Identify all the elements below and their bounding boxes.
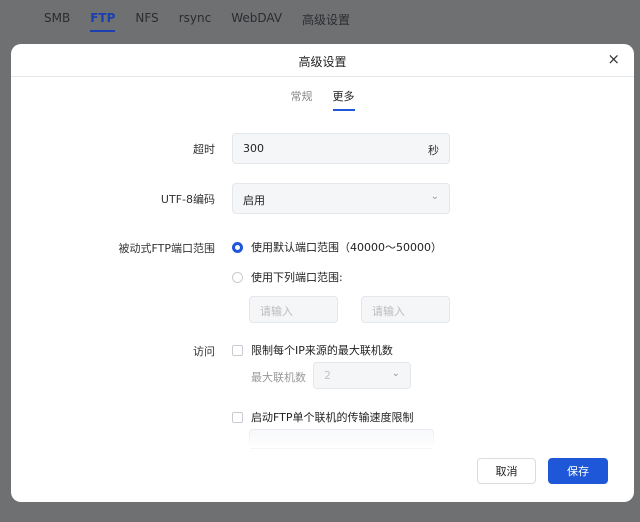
port-from-input[interactable]: 请输入 [249,296,338,323]
max-conn-select[interactable]: 2 ⌄ [313,362,411,389]
timeout-value: 300 [243,142,264,155]
radio-unselected-icon [232,271,243,283]
radio-custom-range[interactable]: 使用下列端口范围: [232,269,343,285]
bg-tab-nfs[interactable]: NFS [135,0,158,32]
subtab-general[interactable]: 常规 [291,88,313,111]
radio-selected-icon [232,241,243,253]
max-conn-label: 最大联机数 [251,371,306,384]
cancel-button[interactable]: 取消 [477,458,536,484]
port-from-placeholder: 请输入 [260,305,293,318]
access-label: 访问 [193,345,215,358]
radio-default-range[interactable]: 使用默认端口范围（40000～50000） [232,239,442,255]
checkbox-icon [232,411,243,423]
utf8-label: UTF-8编码 [160,193,215,206]
background-tab-bar: SMB FTP NFS rsync WebDAV 高级设置 [0,0,640,44]
port-to-input[interactable]: 请输入 [361,296,450,323]
max-conn-value: 2 [324,369,331,382]
radio-custom-label: 使用下列端口范围: [251,271,343,284]
bg-tab-smb[interactable]: SMB [44,0,70,32]
passive-port-label: 被动式FTP端口范围 [118,242,216,255]
subtab-more[interactable]: 更多 [332,88,355,111]
limit-ip-checkbox[interactable]: 限制每个IP来源的最大联机数 [232,342,393,358]
timeout-unit: 秒 [428,144,439,157]
save-button[interactable]: 保存 [548,458,608,484]
close-icon[interactable]: × [607,50,620,68]
radio-default-label: 使用默认端口范围（40000～50000） [251,241,442,254]
scroll-fade [11,424,634,448]
speed-limit-checkbox[interactable]: 启动FTP单个联机的传输速度限制 [232,409,414,425]
advanced-settings-dialog: 高级设置 × 常规 更多 超时 300 秒 UTF-8编码 启用 ⌄ 被动式FT… [11,44,634,502]
header-divider [11,76,634,77]
bg-tab-rsync[interactable]: rsync [179,0,212,32]
utf8-value: 启用 [243,194,265,207]
timeout-label: 超时 [193,143,215,156]
chevron-down-icon: ⌄ [430,191,439,202]
subtab-bar: 常规 更多 [11,88,634,111]
utf8-select[interactable]: 启用 ⌄ [232,183,450,214]
checkbox-icon [232,344,243,356]
bg-tab-advanced[interactable]: 高级设置 [302,0,350,32]
bg-tab-webdav[interactable]: WebDAV [231,0,282,32]
speed-limit-label: 启动FTP单个联机的传输速度限制 [251,411,414,424]
timeout-input[interactable]: 300 秒 [232,133,450,164]
bg-tab-ftp[interactable]: FTP [90,0,116,32]
chevron-down-icon: ⌄ [391,368,400,379]
limit-ip-label: 限制每个IP来源的最大联机数 [251,344,393,357]
dialog-title: 高级设置 [298,55,347,69]
port-to-placeholder: 请输入 [372,305,405,318]
